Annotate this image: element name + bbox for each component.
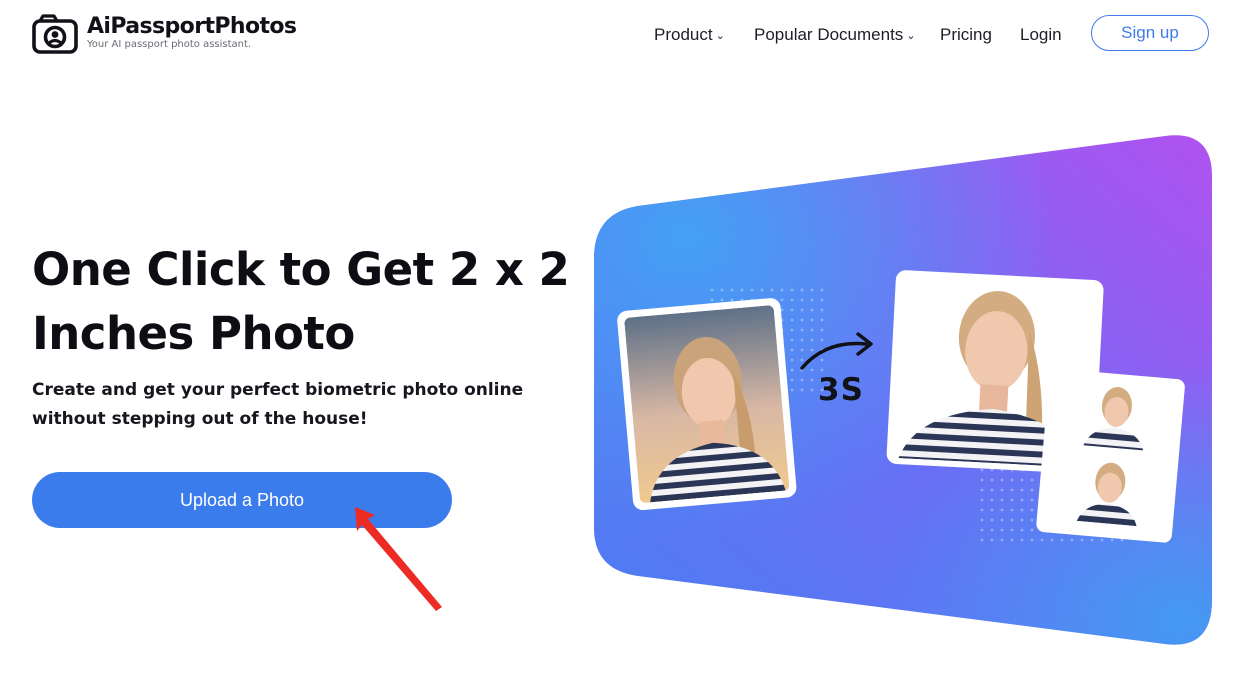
hero-illustration: [594, 135, 1212, 645]
hero-subtitle: Create and get your perfect biometric ph…: [32, 380, 524, 429]
hero-title: One Click to Get 2 x 2 Inches Photo: [32, 243, 570, 360]
nav-popular-documents[interactable]: Popular Documents ⌄: [754, 25, 916, 45]
nav-pricing[interactable]: Pricing: [940, 25, 992, 45]
processing-time-label: 3S: [818, 372, 864, 408]
nav-pricing-label: Pricing: [940, 25, 992, 44]
signup-button[interactable]: Sign up: [1091, 15, 1209, 51]
nav-product-label: Product: [654, 25, 713, 44]
red-pointer-arrow-icon: [355, 507, 442, 611]
chevron-down-icon: ⌄: [715, 30, 725, 42]
nav-login-label: Login: [1020, 25, 1062, 44]
logo[interactable]: AiPassportPhotos Your AI passport photo …: [32, 14, 297, 54]
camera-logo-icon: [32, 14, 78, 54]
nav-login[interactable]: Login: [1020, 25, 1062, 45]
brand-name: AiPassportPhotos: [87, 14, 297, 39]
nav-popular-documents-label: Popular Documents: [754, 25, 904, 44]
chevron-down-icon: ⌄: [906, 30, 916, 42]
brand-tagline: Your AI passport photo assistant.: [87, 39, 252, 50]
nav-product[interactable]: Product ⌄: [654, 25, 725, 45]
